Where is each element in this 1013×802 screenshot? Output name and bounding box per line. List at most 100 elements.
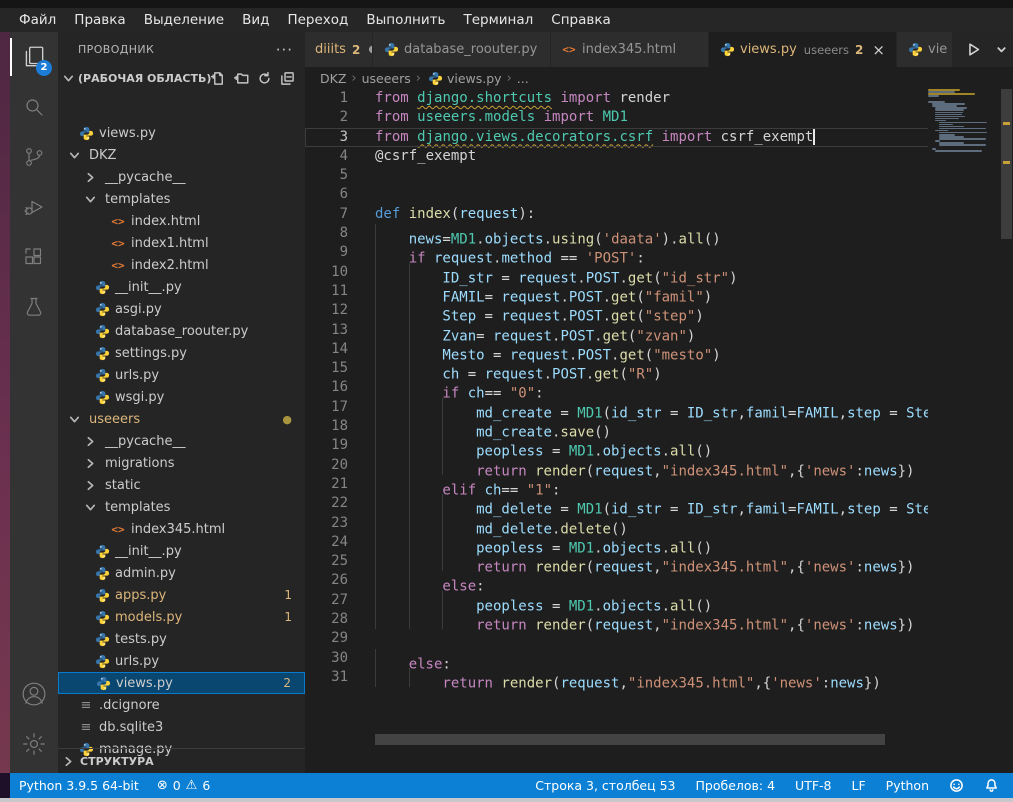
language-mode[interactable]: Python (886, 778, 929, 793)
code-line-17[interactable]: 17md_create = MD1(id_str = ID_str,famil=… (305, 398, 1000, 417)
minimap[interactable] (928, 89, 1000, 734)
activity-explorer[interactable]: 2 (10, 32, 58, 82)
code-line-30[interactable]: 30else: (305, 649, 1000, 668)
code-line-26[interactable]: 26else: (305, 571, 1000, 590)
activity-testing[interactable] (10, 282, 58, 332)
tree-folder-useeers[interactable]: useeers● (58, 408, 305, 430)
breadcrumb-item[interactable]: DKZ (320, 71, 346, 86)
code-line-13[interactable]: 13Zvan= request.POST.get("zvan") (305, 321, 1000, 340)
tree-folder-static[interactable]: static (58, 474, 305, 496)
python-interpreter[interactable]: Python 3.9.5 64-bit (19, 778, 139, 793)
eol-sequence[interactable]: LF (852, 778, 866, 793)
tree-file--init-py[interactable]: __init__.py (58, 540, 305, 562)
tree-folder-migrations[interactable]: migrations (58, 452, 305, 474)
code-line-14[interactable]: 14Mesto = request.POST.get("mesto") (305, 340, 1000, 359)
tree-file-urls-py[interactable]: urls.py (58, 364, 305, 386)
tree-file--init-py[interactable]: __init__.py (58, 276, 305, 298)
tree-file-index2-html[interactable]: <>index2.html (58, 254, 305, 276)
code-line-10[interactable]: 10ID_str = request.POST.get("id_str") (305, 263, 1000, 282)
tab-close-icon[interactable]: × (872, 41, 885, 59)
breadcrumb-item[interactable]: useeers (362, 71, 411, 86)
code-line-6[interactable]: 6 (305, 185, 1000, 204)
code-line-8[interactable]: 8news=MD1.objects.using('daata').all() (305, 224, 1000, 243)
breadcrumb-item[interactable]: ... (517, 71, 529, 86)
tree-folder-templates[interactable]: templates (58, 496, 305, 518)
menu-выделение[interactable]: Выделение (135, 8, 233, 32)
indentation[interactable]: Пробелов: 4 (696, 778, 776, 793)
code-line-18[interactable]: 18md_create.save() (305, 417, 1000, 436)
activity-source-control[interactable] (10, 132, 58, 182)
tab-database-roouter-py[interactable]: database_roouter.py (373, 32, 551, 67)
activity-accounts[interactable] (10, 669, 58, 719)
code-line-3[interactable]: 3from django.views.decorators.csrf impor… (305, 128, 1000, 147)
activity-settings[interactable] (10, 719, 58, 769)
code-line-29[interactable]: 29 (305, 629, 1000, 648)
code-line-16[interactable]: 16if ch== "0": (305, 378, 1000, 397)
code-line-31[interactable]: 31return render(request,"index345.html",… (305, 668, 1000, 687)
menu-переход[interactable]: Переход (278, 8, 357, 32)
code-line-22[interactable]: 22md_delete = MD1(id_str = ID_str,famil=… (305, 494, 1000, 513)
collapse-all-icon[interactable] (280, 71, 295, 86)
menu-файл[interactable]: Файл (10, 8, 65, 32)
code-line-7[interactable]: 7def index(request): (305, 205, 1000, 224)
workspace-section-header[interactable]: (РАБОЧАЯ ОБЛАСТЬ) ... (58, 67, 305, 89)
tab-vie[interactable]: vie (897, 32, 953, 67)
tree-file-views-py[interactable]: views.py (58, 122, 305, 144)
menu-выполнить[interactable]: Выполнить (357, 8, 454, 32)
tree-folder-templates[interactable]: templates (58, 188, 305, 210)
horizontal-scrollbar[interactable] (305, 734, 1000, 745)
code-line-28[interactable]: 28return render(request,"index345.html",… (305, 610, 1000, 629)
new-file-icon[interactable] (211, 71, 226, 86)
horizontal-scrollbar-thumb[interactable] (375, 734, 885, 745)
tab-views-py[interactable]: views.pyuseeers2× (709, 32, 897, 67)
code-line-15[interactable]: 15ch = request.POST.get("R") (305, 359, 1000, 378)
tree-file-asgi-py[interactable]: asgi.py (58, 298, 305, 320)
code-line-4[interactable]: 4@csrf_exempt (305, 147, 1000, 166)
tree-file-admin-py[interactable]: admin.py (58, 562, 305, 584)
code-line-5[interactable]: 5 (305, 166, 1000, 185)
menu-справка[interactable]: Справка (542, 8, 619, 32)
tree-file--dcignore[interactable]: ≡.dcignore (58, 694, 305, 716)
tab-diiits[interactable]: diiits2● (305, 32, 373, 67)
tree-file-db-sqlite3[interactable]: ≡db.sqlite3 (58, 716, 305, 738)
tree-file-apps-py[interactable]: apps.py1 (58, 584, 305, 606)
menu-правка[interactable]: Правка (65, 8, 134, 32)
code-line-19[interactable]: 19peopless = MD1.objects.all() (305, 436, 1000, 455)
menu-вид[interactable]: Вид (233, 8, 278, 32)
code-line-27[interactable]: 27peopless = MD1.objects.all() (305, 591, 1000, 610)
code-line-25[interactable]: 25return render(request,"index345.html",… (305, 552, 1000, 571)
tree-file-urls-py[interactable]: urls.py (58, 650, 305, 672)
breadcrumb-item[interactable]: views.py (447, 71, 502, 86)
tree-file-index-html[interactable]: <>index.html (58, 210, 305, 232)
notifications-bell-icon[interactable] (984, 778, 999, 793)
tree-file-tests-py[interactable]: tests.py (58, 628, 305, 650)
code-line-21[interactable]: 21elif ch== "1": (305, 475, 1000, 494)
outline-section-header[interactable]: СТРУКТУРА (58, 748, 305, 773)
code-editor[interactable]: 1from django.shortcuts import render2fro… (305, 89, 1000, 734)
activity-search[interactable] (10, 82, 58, 132)
sidebar-more-actions[interactable]: ··· (276, 41, 293, 59)
tree-file-wsgi-py[interactable]: wsgi.py (58, 386, 305, 408)
feedback-icon[interactable] (949, 778, 964, 793)
new-folder-icon[interactable] (234, 71, 249, 86)
code-line-11[interactable]: 11FAMIL= request.POST.get("famil") (305, 282, 1000, 301)
code-line-24[interactable]: 24peopless = MD1.objects.all() (305, 533, 1000, 552)
tree-file-index1-html[interactable]: <>index1.html (58, 232, 305, 254)
run-icon[interactable] (965, 41, 982, 58)
tree-file-models-py[interactable]: models.py1 (58, 606, 305, 628)
problems-indicator[interactable]: ⊗ 0 ⚠ 6 (157, 778, 210, 793)
tree-file-database-roouter-py[interactable]: database_roouter.py (58, 320, 305, 342)
code-line-12[interactable]: 12Step = request.POST.get("step") (305, 301, 1000, 320)
encoding[interactable]: UTF-8 (795, 778, 831, 793)
code-line-23[interactable]: 23md_delete.delete() (305, 514, 1000, 533)
code-line-9[interactable]: 9if request.method == 'POST': (305, 243, 1000, 262)
tree-file-index345-html[interactable]: <>index345.html (58, 518, 305, 540)
activity-extensions[interactable] (10, 232, 58, 282)
tree-file-views-py[interactable]: views.py2 (58, 672, 305, 694)
vertical-scrollbar[interactable] (1000, 89, 1013, 734)
tab-index345-html[interactable]: <>index345.html (551, 32, 709, 67)
tree-folder--pycache-[interactable]: __pycache__ (58, 166, 305, 188)
menu-терминал[interactable]: Терминал (454, 8, 542, 32)
chevron-down-icon[interactable] (996, 44, 1007, 55)
tree-folder--pycache-[interactable]: __pycache__ (58, 430, 305, 452)
